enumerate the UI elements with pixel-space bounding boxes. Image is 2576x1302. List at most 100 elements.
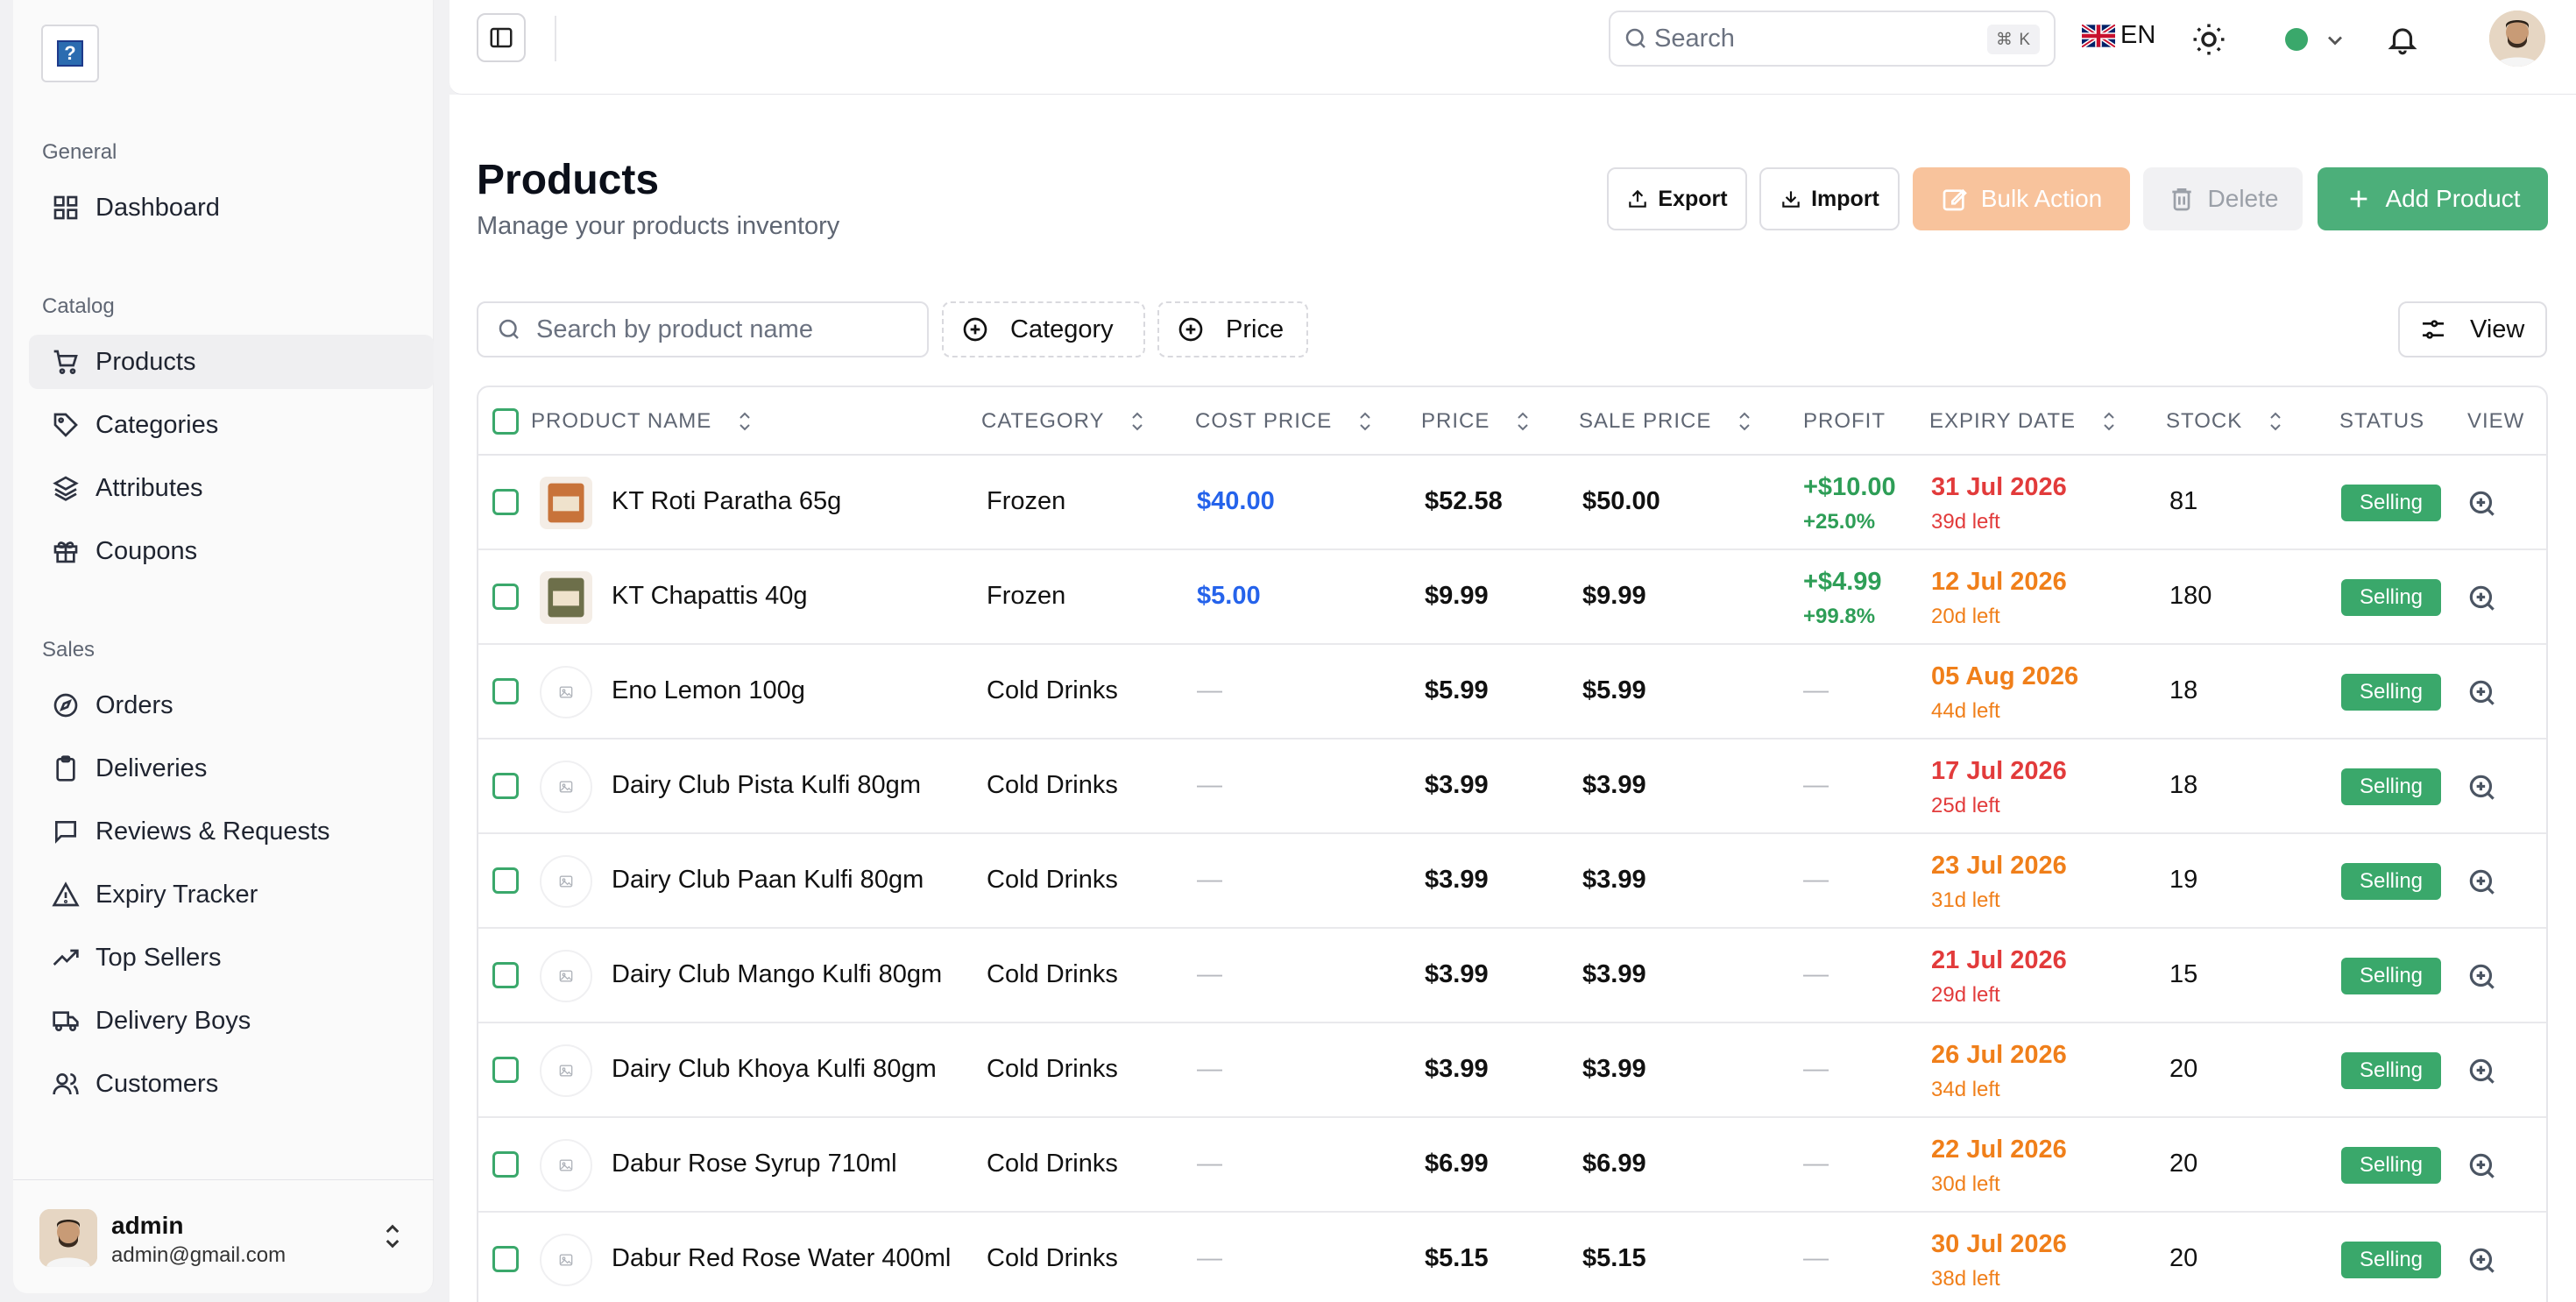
row-checkbox[interactable] xyxy=(492,584,519,610)
col-expiry-date[interactable]: EXPIRY DATE xyxy=(1929,387,2118,456)
category: Cold Drinks xyxy=(987,1055,1118,1083)
sort-icon xyxy=(740,412,750,431)
table-row[interactable]: Dairy Club Pista Kulfi 80gm Cold Drinks … xyxy=(478,739,2546,834)
row-checkbox[interactable] xyxy=(492,1246,519,1272)
language-switcher[interactable]: EN xyxy=(2082,21,2155,50)
select-all-checkbox[interactable] xyxy=(492,408,519,435)
sidebar-item-dashboard[interactable]: Dashboard xyxy=(29,180,434,235)
row-checkbox[interactable] xyxy=(492,1057,519,1083)
sidebar-item-products[interactable]: Products xyxy=(29,335,434,389)
sidebar-toggle-button[interactable] xyxy=(477,13,526,62)
sidebar-item-customers[interactable]: Customers xyxy=(29,1057,434,1111)
nav-group-catalog: Catalog xyxy=(42,294,115,318)
cost-price: — xyxy=(1197,1244,1222,1272)
sidebar-item-delivery-boys[interactable]: Delivery Boys xyxy=(29,994,434,1048)
col-category[interactable]: CATEGORY xyxy=(981,387,1146,456)
add-product-label: Add Product xyxy=(2385,185,2521,212)
user-menu[interactable]: admin admin@gmail.com xyxy=(13,1179,434,1293)
view-options-button[interactable]: View xyxy=(2398,301,2547,357)
row-checkbox[interactable] xyxy=(492,962,519,988)
zoom-in-icon[interactable] xyxy=(2466,487,2499,520)
export-label: Export xyxy=(1658,186,1728,211)
col-price[interactable]: PRICE xyxy=(1421,387,1532,456)
row-checkbox[interactable] xyxy=(492,867,519,894)
sidebar-item-coupons[interactable]: Coupons xyxy=(29,524,434,578)
table-row[interactable]: KT Chapattis 40g Frozen $5.00 $9.99 $9.9… xyxy=(478,550,2546,645)
product-name[interactable]: Dairy Club Paan Kulfi 80gm xyxy=(612,866,924,895)
product-thumbnail xyxy=(540,1139,592,1192)
table-row[interactable]: Dabur Red Rose Water 400ml Cold Drinks —… xyxy=(478,1213,2546,1302)
delete-button[interactable]: Delete xyxy=(2143,167,2303,230)
chevron-down-icon[interactable] xyxy=(2323,28,2347,53)
status-indicator[interactable] xyxy=(2285,28,2308,51)
price: $5.99 xyxy=(1425,676,1489,704)
table-row[interactable]: Dairy Club Paan Kulfi 80gm Cold Drinks —… xyxy=(478,834,2546,929)
product-name[interactable]: Dabur Red Rose Water 400ml xyxy=(612,1244,951,1273)
bell-icon[interactable] xyxy=(2386,23,2419,56)
avatar[interactable] xyxy=(2489,11,2545,67)
col-cost-price[interactable]: COST PRICE xyxy=(1195,387,1374,456)
category-filter-button[interactable]: Category xyxy=(942,301,1145,357)
export-button[interactable]: Export xyxy=(1607,167,1747,230)
table-row[interactable]: Eno Lemon 100g Cold Drinks — $5.99 $5.99… xyxy=(478,645,2546,739)
row-checkbox[interactable] xyxy=(492,773,519,799)
chevron-up-down-icon[interactable] xyxy=(379,1221,406,1252)
col-view: VIEW xyxy=(2467,387,2524,456)
global-search-input[interactable]: Search ⌘ K xyxy=(1609,11,2056,67)
price: $3.99 xyxy=(1425,771,1489,799)
sidebar-item-expiry-tracker[interactable]: Expiry Tracker xyxy=(29,867,434,922)
price-filter-button[interactable]: Price xyxy=(1157,301,1308,357)
table-row[interactable]: Dairy Club Mango Kulfi 80gm Cold Drinks … xyxy=(478,929,2546,1023)
zoom-in-icon[interactable] xyxy=(2466,960,2499,994)
sidebar-item-orders[interactable]: Orders xyxy=(29,678,434,732)
table-row[interactable]: KT Roti Paratha 65g Frozen $40.00 $52.58… xyxy=(478,456,2546,550)
product-name[interactable]: Dairy Club Mango Kulfi 80gm xyxy=(612,960,942,989)
col-product-name[interactable]: PRODUCT NAME xyxy=(531,387,754,456)
product-name[interactable]: Dairy Club Khoya Kulfi 80gm xyxy=(612,1055,937,1084)
status-badge: Selling xyxy=(2341,1147,2441,1184)
product-name[interactable]: KT Chapattis 40g xyxy=(612,582,808,611)
price: $3.99 xyxy=(1425,960,1489,988)
table-row[interactable]: Dairy Club Khoya Kulfi 80gm Cold Drinks … xyxy=(478,1023,2546,1118)
sidebar: ? General Dashboard Catalog Products Cat… xyxy=(13,0,434,1293)
sun-icon[interactable] xyxy=(2190,21,2227,58)
import-button[interactable]: Import xyxy=(1759,167,1900,230)
sort-icon xyxy=(1739,412,1751,431)
bulk-action-button[interactable]: Bulk Action xyxy=(1913,167,2130,230)
zoom-in-icon[interactable] xyxy=(2466,1244,2499,1277)
sidebar-item-attributes[interactable]: Attributes xyxy=(29,461,434,515)
sidebar-item-reviews[interactable]: Reviews & Requests xyxy=(29,804,434,859)
product-name[interactable]: Dairy Club Pista Kulfi 80gm xyxy=(612,771,921,800)
product-name[interactable]: Dabur Rose Syrup 710ml xyxy=(612,1150,897,1178)
edit-icon xyxy=(1943,188,1967,211)
product-name[interactable]: KT Roti Paratha 65g xyxy=(612,487,841,516)
product-thumbnail xyxy=(540,1234,592,1286)
zoom-in-icon[interactable] xyxy=(2466,771,2499,804)
nav-group-general: General xyxy=(42,140,117,164)
zoom-in-icon[interactable] xyxy=(2466,1150,2499,1183)
row-checkbox[interactable] xyxy=(492,1151,519,1178)
sidebar-item-categories[interactable]: Categories xyxy=(29,398,434,452)
product-search-input[interactable]: Search by product name xyxy=(477,301,929,357)
profit: — xyxy=(1803,676,1829,704)
table-row[interactable]: Dabur Rose Syrup 710ml Cold Drinks — $6.… xyxy=(478,1118,2546,1213)
users-icon xyxy=(52,1070,80,1098)
sort-icon xyxy=(1518,412,1529,431)
zoom-in-icon[interactable] xyxy=(2466,1055,2499,1088)
days-left: 38d left xyxy=(1931,1267,2000,1291)
main-content: Products Manage your products inventory … xyxy=(449,95,2576,1302)
row-checkbox[interactable] xyxy=(492,678,519,704)
add-product-button[interactable]: Add Product xyxy=(2318,167,2548,230)
sale-price: $50.00 xyxy=(1582,487,1660,515)
col-stock[interactable]: STOCK xyxy=(2166,387,2284,456)
product-name[interactable]: Eno Lemon 100g xyxy=(612,676,805,705)
zoom-in-icon[interactable] xyxy=(2466,582,2499,615)
app-logo[interactable]: ? xyxy=(41,25,99,82)
col-sale-price[interactable]: SALE PRICE xyxy=(1579,387,1753,456)
profit: — xyxy=(1803,1244,1829,1272)
zoom-in-icon[interactable] xyxy=(2466,676,2499,710)
row-checkbox[interactable] xyxy=(492,489,519,515)
zoom-in-icon[interactable] xyxy=(2466,866,2499,899)
sidebar-item-top-sellers[interactable]: Top Sellers xyxy=(29,931,434,985)
sidebar-item-deliveries[interactable]: Deliveries xyxy=(29,741,434,796)
